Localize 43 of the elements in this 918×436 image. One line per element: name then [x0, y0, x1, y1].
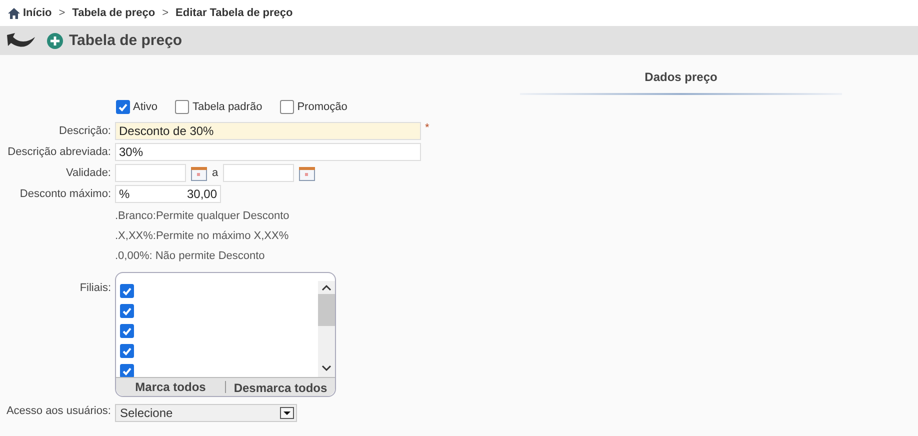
field-label: Descrição abreviada:: [6, 146, 112, 158]
home-icon: [8, 8, 20, 18]
checkbox-icon[interactable]: [280, 100, 294, 114]
date-field[interactable]: [223, 164, 294, 182]
required-mark: *: [425, 122, 430, 134]
checkbox-option[interactable]: Ativo: [116, 100, 158, 114]
checkbox[interactable]: [120, 284, 134, 298]
field-label: Descrição:: [58, 125, 112, 137]
text-field[interactable]: Desconto de 30%: [115, 122, 421, 140]
hint-text: .0,00%: Não permite Desconto: [115, 249, 266, 264]
discount-field[interactable]: % 30,00: [115, 185, 221, 203]
add-icon[interactable]: [47, 32, 63, 48]
section-title: Dados preço: [644, 70, 718, 84]
checkbox-option[interactable]: Tabela padrão: [175, 100, 262, 114]
text-field[interactable]: 30%: [115, 143, 421, 161]
calendar-icon[interactable]: [299, 166, 316, 180]
breadcrumb-link[interactable]: Início: [8, 7, 52, 19]
checkbox-option[interactable]: Promoção: [280, 100, 348, 114]
checkbox[interactable]: [120, 344, 134, 358]
page-title: Tabela de preço: [69, 32, 182, 49]
checkbox[interactable]: [120, 364, 134, 377]
list-button[interactable]: Desmarca todos: [225, 381, 335, 393]
calendar-icon[interactable]: [191, 166, 207, 180]
select-field[interactable]: Selecione: [115, 404, 297, 422]
field-label: Validade:: [64, 167, 112, 179]
breadcrumb-link[interactable]: Tabela de preço: [72, 7, 156, 19]
list-button[interactable]: Marca todos: [116, 378, 225, 396]
dropdown-icon: [280, 407, 294, 419]
date-field[interactable]: [115, 164, 186, 182]
scrollbar[interactable]: [318, 281, 335, 377]
checkbox[interactable]: [120, 324, 134, 338]
field-label: Acesso aos usuários:: [5, 405, 112, 417]
checkbox-icon[interactable]: [175, 100, 190, 114]
field-label: Desconto máximo:: [18, 188, 112, 200]
breadcrumb-separator: >: [58, 7, 66, 19]
checkbox-icon[interactable]: [116, 100, 130, 114]
breadcrumb-current: Editar Tabela de preço: [176, 7, 293, 19]
range-separator: a: [212, 167, 218, 179]
breadcrumb-separator: >: [162, 7, 169, 19]
checkbox[interactable]: [120, 304, 134, 318]
hint-text: .X,XX%:Permite no máximo X,XX%: [115, 229, 290, 244]
hint-text: .Branco:Permite qualquer Desconto: [115, 209, 290, 224]
field-label: Filiais:: [78, 281, 112, 294]
